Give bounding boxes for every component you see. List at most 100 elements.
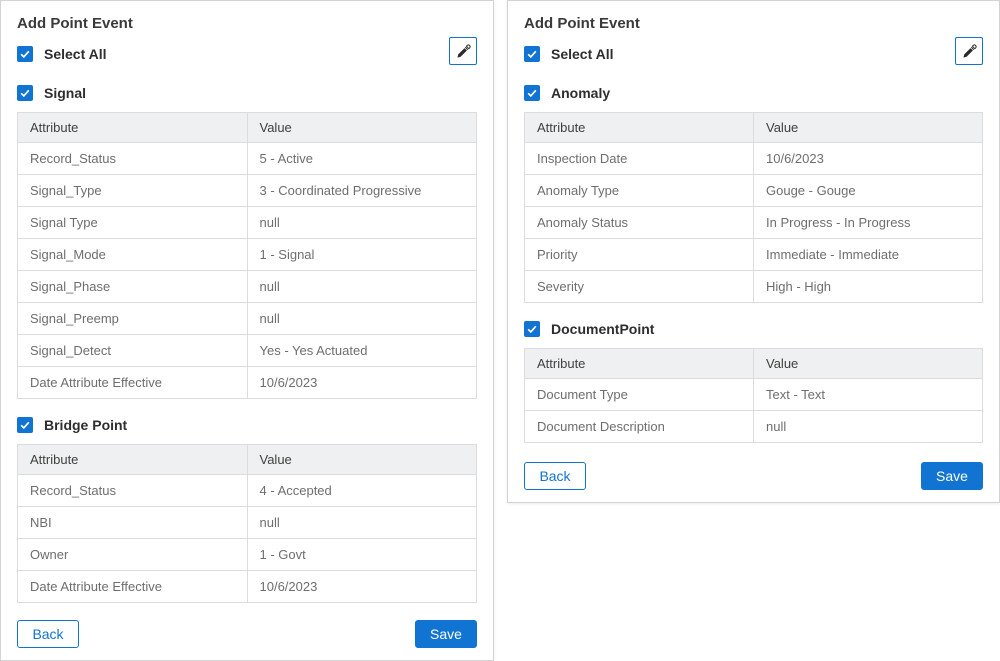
attribute-column-header: Attribute	[18, 445, 248, 475]
attribute-cell: Owner	[18, 539, 248, 571]
table-row: Severity High - High	[525, 271, 983, 303]
panel-footer: Back Save	[17, 620, 477, 648]
attribute-cell: Signal_Detect	[18, 335, 248, 367]
value-cell: 10/6/2023	[247, 571, 477, 603]
select-all-row: Select All	[524, 41, 983, 67]
table-header-row: Attribute Value	[525, 113, 983, 143]
groups: Anomaly Attribute Value Inspection Date …	[524, 82, 983, 443]
panel-footer: Back Save	[524, 462, 983, 490]
value-cell: 10/6/2023	[247, 367, 477, 399]
back-button[interactable]: Back	[17, 620, 79, 648]
eyedropper-icon	[961, 43, 978, 60]
table-header-row: Attribute Value	[18, 113, 477, 143]
value-cell: 5 - Active	[247, 143, 477, 175]
attribute-cell: Record_Status	[18, 143, 248, 175]
groups: Signal Attribute Value Record_Status 5 -…	[17, 82, 477, 603]
attribute-cell: Inspection Date	[525, 143, 754, 175]
attribute-column-header: Attribute	[18, 113, 248, 143]
select-all-checkbox[interactable]	[524, 46, 540, 62]
table-header-row: Attribute Value	[525, 349, 983, 379]
attribute-cell: Signal_Phase	[18, 271, 248, 303]
value-cell: null	[247, 303, 477, 335]
table-row: Date Attribute Effective 10/6/2023	[18, 367, 477, 399]
layer-label: DocumentPoint	[551, 321, 654, 337]
checkmark-icon	[526, 323, 538, 335]
value-cell: 1 - Signal	[247, 239, 477, 271]
attributes-table: Attribute Value Inspection Date 10/6/202…	[524, 112, 983, 303]
value-cell: 1 - Govt	[247, 539, 477, 571]
layer-group-header: Signal	[17, 82, 477, 104]
layer-checkbox[interactable]	[17, 417, 33, 433]
layer-group: Anomaly Attribute Value Inspection Date …	[524, 82, 983, 303]
value-cell: 3 - Coordinated Progressive	[247, 175, 477, 207]
checkmark-icon	[526, 87, 538, 99]
save-button[interactable]: Save	[415, 620, 477, 648]
layer-checkbox[interactable]	[524, 85, 540, 101]
page-title: Add Point Event	[524, 15, 983, 32]
value-column-header: Value	[754, 113, 983, 143]
select-all-label: Select All	[44, 46, 107, 62]
value-cell: High - High	[754, 271, 983, 303]
value-column-header: Value	[247, 445, 477, 475]
table-row: Anomaly Status In Progress - In Progress	[525, 207, 983, 239]
layer-checkbox[interactable]	[524, 321, 540, 337]
attribute-cell: Document Type	[525, 379, 754, 411]
attribute-column-header: Attribute	[525, 349, 754, 379]
table-row: Document Description null	[525, 411, 983, 443]
table-row: Signal_Phase null	[18, 271, 477, 303]
attribute-cell: Document Description	[525, 411, 754, 443]
attribute-cell: Anomaly Type	[525, 175, 754, 207]
attributes-table: Attribute Value Record_Status 5 - Active…	[17, 112, 477, 399]
value-column-header: Value	[754, 349, 983, 379]
select-all-row: Select All	[17, 41, 477, 67]
attribute-cell: Anomaly Status	[525, 207, 754, 239]
page-title: Add Point Event	[17, 15, 477, 32]
checkmark-icon	[526, 48, 538, 60]
value-cell: 10/6/2023	[754, 143, 983, 175]
value-column-header: Value	[247, 113, 477, 143]
table-row: Record_Status 5 - Active	[18, 143, 477, 175]
attributes-table: Attribute Value Document Type Text - Tex…	[524, 348, 983, 443]
table-row: Priority Immediate - Immediate	[525, 239, 983, 271]
attribute-cell: Signal_Preemp	[18, 303, 248, 335]
table-row: Signal_Type 3 - Coordinated Progressive	[18, 175, 477, 207]
attribute-cell: Record_Status	[18, 475, 248, 507]
layer-checkbox[interactable]	[17, 85, 33, 101]
layer-label: Anomaly	[551, 85, 610, 101]
attribute-cell: NBI	[18, 507, 248, 539]
value-cell: null	[247, 507, 477, 539]
value-cell: null	[247, 207, 477, 239]
value-cell: 4 - Accepted	[247, 475, 477, 507]
back-button[interactable]: Back	[524, 462, 586, 490]
value-cell: Gouge - Gouge	[754, 175, 983, 207]
select-all-checkbox[interactable]	[17, 46, 33, 62]
save-button[interactable]: Save	[921, 462, 983, 490]
attribute-cell: Signal_Type	[18, 175, 248, 207]
table-row: Date Attribute Effective 10/6/2023	[18, 571, 477, 603]
layer-group: Signal Attribute Value Record_Status 5 -…	[17, 82, 477, 399]
eyedropper-icon	[455, 43, 472, 60]
table-row: Document Type Text - Text	[525, 379, 983, 411]
eyedropper-button[interactable]	[449, 37, 477, 65]
layer-group: Bridge Point Attribute Value Record_Stat…	[17, 414, 477, 603]
table-row: Inspection Date 10/6/2023	[525, 143, 983, 175]
attribute-cell: Date Attribute Effective	[18, 571, 248, 603]
value-cell: Yes - Yes Actuated	[247, 335, 477, 367]
table-row: Signal Type null	[18, 207, 477, 239]
checkmark-icon	[19, 87, 31, 99]
table-row: Record_Status 4 - Accepted	[18, 475, 477, 507]
value-cell: In Progress - In Progress	[754, 207, 983, 239]
layer-label: Signal	[44, 85, 86, 101]
checkmark-icon	[19, 48, 31, 60]
attribute-cell: Signal Type	[18, 207, 248, 239]
checkmark-icon	[19, 419, 31, 431]
layer-group: DocumentPoint Attribute Value Document T…	[524, 318, 983, 443]
table-row: Signal_Mode 1 - Signal	[18, 239, 477, 271]
eyedropper-button[interactable]	[955, 37, 983, 65]
add-point-event-panel: Add Point Event Select All	[507, 0, 1000, 503]
layer-group-header: Bridge Point	[17, 414, 477, 436]
table-row: Signal_Preemp null	[18, 303, 477, 335]
layer-label: Bridge Point	[44, 417, 127, 433]
value-cell: Immediate - Immediate	[754, 239, 983, 271]
attributes-table: Attribute Value Record_Status 4 - Accept…	[17, 444, 477, 603]
